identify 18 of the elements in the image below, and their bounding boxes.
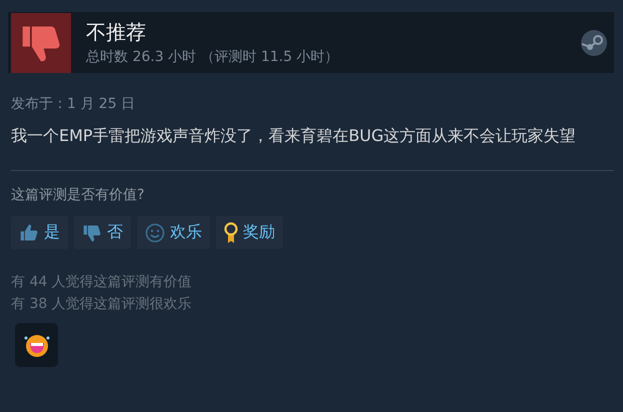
thumbs-up-icon <box>19 222 39 242</box>
playtime-text: 总时数 26.3 小时 （评测时 11.5 小时） <box>86 48 340 66</box>
no-vote-button[interactable]: 否 <box>74 216 131 249</box>
award-tile[interactable] <box>15 323 58 367</box>
posted-date: 发布于：1 月 25 日 <box>11 95 136 113</box>
funny-vote-button[interactable]: 欢乐 <box>137 216 210 249</box>
vote-count-text: 有 44 人觉得这篇评测有价值 <box>11 273 193 292</box>
thumbs-down-icon <box>82 222 102 242</box>
yes-vote-button[interactable]: 是 <box>11 216 68 249</box>
award-vote-button[interactable]: 奖励 <box>216 216 283 249</box>
vote-count-text: 有 38 人觉得这篇评测很欢乐 <box>11 295 193 314</box>
medal-icon <box>224 222 238 244</box>
verdict-title: 不推荐 <box>86 19 147 46</box>
laughing-emoji-icon <box>22 332 50 358</box>
smiley-icon <box>145 222 165 242</box>
steam-logo-icon <box>580 28 608 56</box>
review-text: 我一个EMP手雷把游戏声音炸没了，看来育碧在BUG这方面从来不会让玩家失望 <box>11 125 577 147</box>
helpful-question: 这篇评测是否有价值? <box>11 186 146 204</box>
